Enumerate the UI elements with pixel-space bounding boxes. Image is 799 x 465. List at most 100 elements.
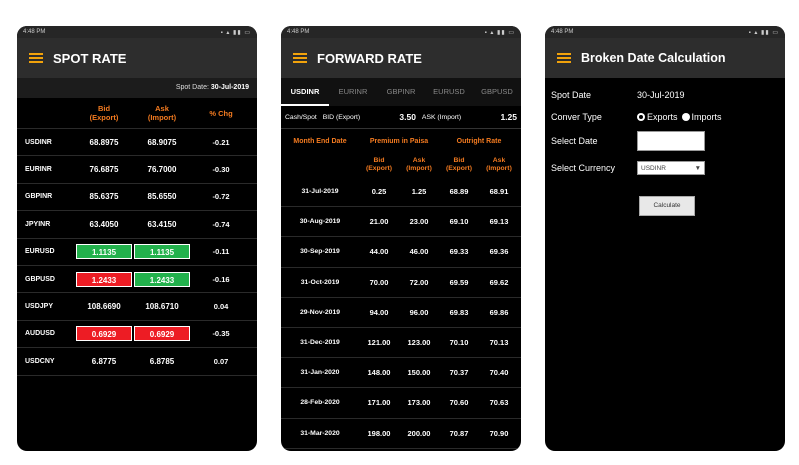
broken-date-form: Spot Date 30-Jul-2019 Conver Type Export… xyxy=(545,78,785,222)
app-bar: FORWARD RATE xyxy=(281,38,521,78)
row-outright-bid: 70.37 xyxy=(449,368,469,378)
calculate-button[interactable]: Calculate xyxy=(639,196,695,216)
spot-date-label: Spot Date: xyxy=(175,84,209,91)
row-outright-ask: 69.62 xyxy=(489,277,509,287)
forward-header-main: Month End Date Premium in Paisa Outright… xyxy=(281,129,521,153)
row-ask: 76.7000 xyxy=(147,165,177,175)
spot-table-body: USDINR 68.8975 68.9075 -0.21 EURINR 76.68… xyxy=(17,129,257,376)
table-row: 29-Nov-2019 94.00 96.00 69.83 69.86 xyxy=(281,298,521,328)
row-date: 31-Oct-2019 xyxy=(300,278,340,286)
row-bid: 85.6375 xyxy=(89,192,119,202)
row-outright-bid: 70.60 xyxy=(449,398,469,408)
row-symbol: GBPINR xyxy=(25,193,53,201)
row-premium-bid: 70.00 xyxy=(369,277,389,287)
conver-type-row: Conver Type Exports Imports xyxy=(551,106,779,128)
ask-import-value: 1.25 xyxy=(500,112,517,122)
row-date: 31-Dec-2019 xyxy=(300,339,340,347)
table-row[interactable]: GBPUSD 1.2433 1.2433 -0.16 xyxy=(17,266,257,294)
header-ask-label: Ask xyxy=(155,104,169,113)
table-row: 30-Sep-2019 44.00 46.00 69.33 69.36 xyxy=(281,237,521,268)
row-chg: -0.21 xyxy=(212,137,230,147)
table-row[interactable]: GBPINR 85.6375 85.6550 -0.72 xyxy=(17,184,257,212)
table-row: 31-Dec-2019 121.00 123.00 70.10 70.13 xyxy=(281,328,521,359)
hamburger-menu-icon[interactable] xyxy=(293,53,307,63)
header-premium: Premium in Paisa xyxy=(369,137,429,145)
table-row[interactable]: JPYINR 63.4050 63.4150 -0.74 xyxy=(17,211,257,239)
app-bar: SPOT RATE xyxy=(17,38,257,78)
exports-radio[interactable]: Exports xyxy=(637,112,678,122)
table-row[interactable]: AUDUSD 0.6929 0.6929 -0.35 xyxy=(17,321,257,349)
imports-radio[interactable]: Imports xyxy=(681,112,722,122)
row-date: 31-Jul-2019 xyxy=(301,188,339,196)
row-ask: 0.6929 xyxy=(134,326,190,342)
header-ask: Ask (Import) xyxy=(133,104,191,122)
row-chg: 0.04 xyxy=(213,302,229,312)
hamburger-menu-icon[interactable] xyxy=(557,53,571,63)
tab-eurusd[interactable]: EURUSD xyxy=(425,78,473,106)
row-date: 28-Feb-2020 xyxy=(300,399,340,407)
table-row: 31-Mar-2020 198.00 200.00 70.87 70.90 xyxy=(281,419,521,449)
status-time: 4:48 PM xyxy=(551,29,574,35)
cash-spot-label: Cash/Spot xyxy=(285,113,317,121)
hamburger-menu-icon[interactable] xyxy=(29,53,43,63)
row-outright-bid: 69.10 xyxy=(449,217,469,227)
row-premium-bid: 0.25 xyxy=(371,187,387,197)
row-chg: 0.07 xyxy=(213,356,229,366)
spot-date-bar: Spot Date: 30-Jul-2019 xyxy=(17,78,257,98)
row-premium-ask: 46.00 xyxy=(409,247,429,257)
currency-select[interactable]: USDINR ▼ xyxy=(637,161,705,175)
row-symbol: EURUSD xyxy=(25,248,55,256)
row-premium-bid: 198.00 xyxy=(367,428,391,438)
status-icons: ▪ ▴ ▮▮ ▭ xyxy=(220,29,251,36)
row-symbol: USDJPY xyxy=(25,303,54,311)
header-chg: % Chg xyxy=(209,108,233,118)
table-row: 28-Feb-2020 171.00 173.00 70.60 70.63 xyxy=(281,388,521,419)
row-date: 29-Nov-2019 xyxy=(299,308,341,316)
row-outright-ask: 68.91 xyxy=(489,187,509,197)
table-row[interactable]: EURUSD 1.1135 1.1135 -0.11 xyxy=(17,239,257,266)
conver-type-label: Conver Type xyxy=(551,112,602,122)
row-date: 30-Sep-2019 xyxy=(300,248,340,256)
tab-gbpinr[interactable]: GBPINR xyxy=(377,78,425,106)
tab-eurinr[interactable]: EURINR xyxy=(329,78,377,106)
row-date: 31-Jan-2020 xyxy=(300,369,340,377)
row-outright-bid: 70.10 xyxy=(449,338,469,348)
row-date: 31-Mar-2020 xyxy=(300,429,340,437)
forward-rate-screen: 4:48 PM ▪ ▴ ▮▮ ▭ FORWARD RATE USDINR EURI… xyxy=(281,26,521,451)
select-date-input[interactable] xyxy=(637,131,705,151)
header-month-end: Month End Date xyxy=(293,137,347,145)
table-row[interactable]: USDCNY 6.8775 6.8785 0.07 xyxy=(17,348,257,376)
row-bid: 108.6690 xyxy=(87,302,121,312)
row-outright-ask: 69.13 xyxy=(489,217,509,227)
row-ask: 85.6550 xyxy=(147,192,177,202)
header-out-bid: Bid (Export) xyxy=(445,157,473,172)
status-bar: 4:48 PM ▪ ▴ ▮▮ ▭ xyxy=(281,26,521,38)
header-outright: Outright Rate xyxy=(456,137,502,145)
page-title: Broken Date Calculation xyxy=(581,51,726,65)
row-symbol: AUDUSD xyxy=(25,330,55,338)
row-bid: 6.8775 xyxy=(91,356,117,366)
row-premium-ask: 173.00 xyxy=(407,398,431,408)
row-premium-bid: 121.00 xyxy=(367,338,391,348)
page-title: SPOT RATE xyxy=(53,50,127,66)
row-premium-ask: 96.00 xyxy=(409,307,429,317)
tab-gbpusd[interactable]: GBPUSD xyxy=(473,78,521,106)
row-chg: -0.16 xyxy=(212,274,230,284)
table-row[interactable]: USDJPY 108.6690 108.6710 0.04 xyxy=(17,293,257,321)
table-row: 31-Oct-2019 70.00 72.00 69.59 69.62 xyxy=(281,268,521,298)
row-premium-ask: 123.00 xyxy=(407,338,431,348)
row-premium-ask: 72.00 xyxy=(409,277,429,287)
tab-usdinr[interactable]: USDINR xyxy=(281,78,329,106)
table-row[interactable]: EURINR 76.6875 76.7000 -0.30 xyxy=(17,156,257,184)
row-ask: 63.4150 xyxy=(147,219,177,229)
row-outright-ask: 69.36 xyxy=(489,247,509,257)
row-bid: 76.6875 xyxy=(89,165,119,175)
row-outright-bid: 69.59 xyxy=(449,277,469,287)
header-bid-sub: (Export) xyxy=(89,113,119,122)
table-row[interactable]: USDINR 68.8975 68.9075 -0.21 xyxy=(17,129,257,157)
row-chg: -0.74 xyxy=(212,219,230,229)
broken-date-screen: 4:48 PM ▪ ▴ ▮▮ ▭ Broken Date Calculation… xyxy=(545,26,785,451)
row-bid: 68.8975 xyxy=(89,137,119,147)
status-icons: ▪ ▴ ▮▮ ▭ xyxy=(748,29,779,36)
row-ask: 1.1135 xyxy=(134,244,190,260)
